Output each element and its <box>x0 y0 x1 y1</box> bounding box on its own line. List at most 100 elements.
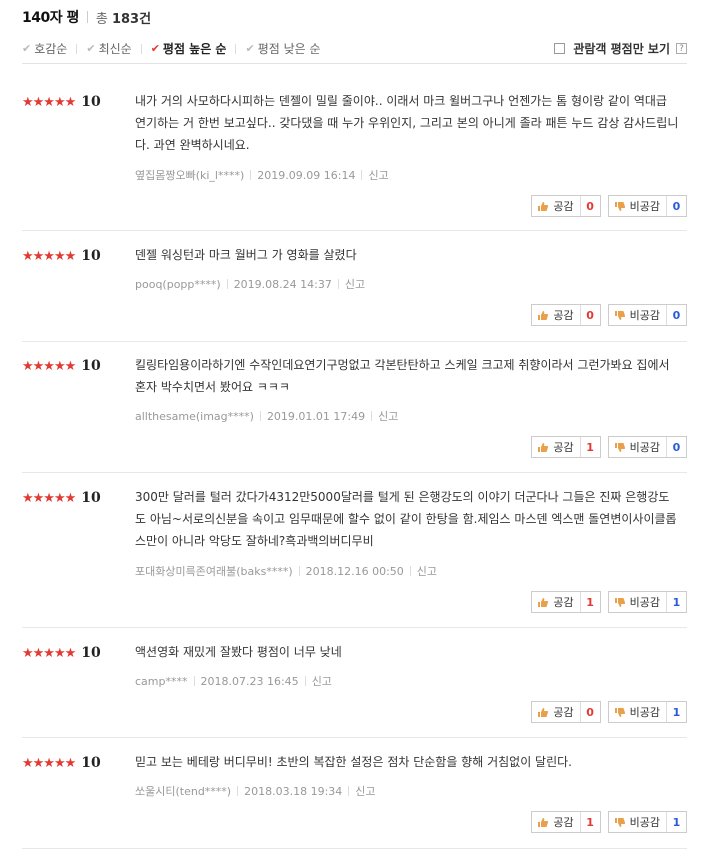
divider <box>86 11 88 23</box>
report-link[interactable]: 신고 <box>345 276 365 292</box>
disagree-count: 0 <box>666 196 686 216</box>
review-author[interactable]: 옆집몸짱오빠(ki_l****) <box>135 167 244 183</box>
total-count: 총 183건 <box>96 8 151 27</box>
divider <box>193 676 195 686</box>
report-link[interactable]: 신고 <box>368 167 388 183</box>
sort-option-label: 호감순 <box>34 42 68 56</box>
disagree-button[interactable]: 비공감 1 <box>607 591 687 613</box>
thumbs-up-icon <box>536 200 550 212</box>
agree-button[interactable]: 공감 1 <box>531 811 601 833</box>
divider <box>371 411 373 421</box>
viewer-only-checkbox[interactable] <box>554 43 566 54</box>
disagree-count: 0 <box>666 305 686 325</box>
agree-count: 0 <box>579 702 600 722</box>
agree-label: 공감 <box>553 441 574 454</box>
review-meta: allthesame(imag****) 2019.01.01 17:49 신고 <box>135 408 398 424</box>
total-prefix: 총 <box>95 11 108 27</box>
disagree-button[interactable]: 비공감 0 <box>607 195 687 217</box>
review-meta: 쏘울시티(tend****) 2018.03.18 19:34 신고 <box>135 783 376 799</box>
review-date: 2018.12.16 00:50 <box>305 564 404 578</box>
rating-score: 10 <box>81 755 101 771</box>
review-author[interactable]: allthesame(imag****) <box>135 410 254 423</box>
sort-option-likes[interactable]: ✔ 호감순 <box>22 40 67 57</box>
divider <box>76 43 78 54</box>
rating: ★★★★★ 10 <box>22 490 101 506</box>
review-item: ★★★★★ 10 내가 거의 사모하다시피하는 덴젤이 밀릴 줄이야.. 이래서… <box>22 94 687 231</box>
report-link[interactable]: 신고 <box>378 408 398 424</box>
report-link[interactable]: 신고 <box>355 783 375 799</box>
vote-buttons: 공감 1 비공감 1 <box>531 811 687 833</box>
rating: ★★★★★ 10 <box>22 358 101 374</box>
sort-option-rating-high[interactable]: ✔ 평점 높은 순 <box>151 40 227 57</box>
star-rating-icon: ★★★★★ <box>22 248 76 264</box>
comments-header: 140자 평 총 183건 <box>22 6 151 28</box>
agree-count: 0 <box>579 305 600 325</box>
review-author[interactable]: pooq(popp****) <box>135 278 221 291</box>
review-author[interactable]: camp**** <box>135 675 188 688</box>
divider <box>259 411 261 421</box>
viewer-only-toggle[interactable]: 관람객 평점만 보기 ? <box>554 40 687 57</box>
divider <box>348 786 350 796</box>
review-item: ★★★★★ 10 덴젤 워싱턴과 마크 월버그 가 영화를 살렸다 pooq(p… <box>22 248 687 342</box>
thumbs-up-icon <box>536 816 550 828</box>
review-author[interactable]: 쏘울시티(tend****) <box>135 783 231 799</box>
divider <box>235 43 237 54</box>
divider <box>409 566 411 576</box>
divider <box>361 170 363 180</box>
disagree-button[interactable]: 비공감 0 <box>607 304 687 326</box>
review-text: 킬링타임용이라하기엔 수작인데요연기구멍없고 각본탄탄하고 스케일 크고제 취향… <box>135 358 670 394</box>
disagree-button[interactable]: 비공감 0 <box>607 436 687 458</box>
disagree-label: 비공감 <box>629 309 660 322</box>
check-icon: ✔ <box>86 42 96 55</box>
review-author[interactable]: 포대화상미륵존여래불(baks****) <box>135 563 293 579</box>
sort-option-latest[interactable]: ✔ 최신순 <box>86 40 131 57</box>
sort-option-label: 평점 낮은 순 <box>257 42 321 56</box>
review-meta: 옆집몸짱오빠(ki_l****) 2019.09.09 16:14 신고 <box>135 167 389 183</box>
sort-option-label: 평점 높은 순 <box>162 42 227 56</box>
thumbs-up-icon <box>536 706 550 718</box>
agree-button[interactable]: 공감 1 <box>531 436 601 458</box>
star-rating-icon: ★★★★★ <box>22 94 76 110</box>
rating-score: 10 <box>81 248 101 264</box>
sort-bar: ✔ 호감순 ✔ 최신순 ✔ 평점 높은 순 ✔ 평점 낮은 순 관람객 평점만 … <box>22 34 687 64</box>
disagree-button[interactable]: 비공감 1 <box>607 701 687 723</box>
check-icon: ✔ <box>22 42 32 55</box>
thumbs-down-icon <box>613 309 627 321</box>
review-item: ★★★★★ 10 300만 달러를 털러 갔다가4312만5000달러를 털게 … <box>22 490 687 628</box>
agree-label: 공감 <box>553 706 574 719</box>
thumbs-up-icon <box>536 309 550 321</box>
help-icon[interactable]: ? <box>676 43 687 54</box>
review-meta: 포대화상미륵존여래불(baks****) 2018.12.16 00:50 신고 <box>135 563 437 579</box>
thumbs-down-icon <box>613 816 627 828</box>
thumbs-down-icon <box>613 596 627 608</box>
sort-option-label: 최신순 <box>98 42 132 56</box>
divider <box>337 279 339 289</box>
agree-label: 공감 <box>553 596 574 609</box>
review-text: 300만 달러를 털러 갔다가4312만5000달러를 털게 된 은행강도의 이… <box>135 490 677 548</box>
viewer-only-label: 관람객 평점만 보기 <box>573 42 670 56</box>
report-link[interactable]: 신고 <box>312 673 332 689</box>
check-icon: ✔ <box>245 42 255 55</box>
vote-buttons: 공감 0 비공감 0 <box>531 304 687 326</box>
agree-label: 공감 <box>553 200 574 213</box>
sort-option-rating-low[interactable]: ✔ 평점 낮은 순 <box>245 40 320 57</box>
vote-buttons: 공감 0 비공감 1 <box>531 701 687 723</box>
check-icon: ✔ <box>150 42 160 55</box>
thumbs-up-icon <box>536 441 550 453</box>
disagree-label: 비공감 <box>629 816 660 829</box>
disagree-button[interactable]: 비공감 1 <box>607 811 687 833</box>
agree-count: 0 <box>579 196 600 216</box>
report-link[interactable]: 신고 <box>417 563 437 579</box>
agree-button[interactable]: 공감 0 <box>531 701 601 723</box>
agree-button[interactable]: 공감 0 <box>531 195 601 217</box>
section-title: 140자 평 <box>22 10 79 26</box>
agree-button[interactable]: 공감 1 <box>531 591 601 613</box>
rating-score: 10 <box>81 490 101 506</box>
review-date: 2018.03.18 19:34 <box>244 784 343 798</box>
agree-button[interactable]: 공감 0 <box>531 304 601 326</box>
review-text: 내가 거의 사모하다시피하는 덴젤이 밀릴 줄이야.. 이래서 마크 윌버그구나… <box>135 94 679 152</box>
rating-score: 10 <box>81 358 101 374</box>
disagree-label: 비공감 <box>629 596 660 609</box>
agree-count: 1 <box>579 592 600 612</box>
review-date: 2019.08.24 14:37 <box>233 277 332 291</box>
